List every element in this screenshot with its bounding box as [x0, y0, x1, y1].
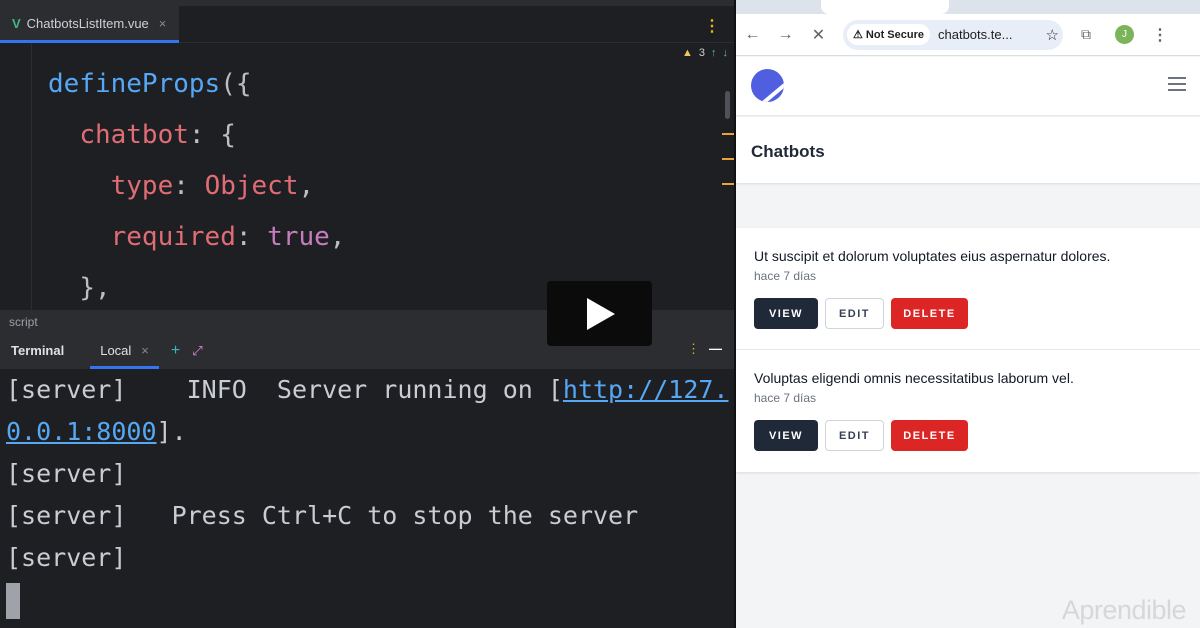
forward-icon[interactable]: →: [769, 26, 802, 44]
browser-tab[interactable]: [821, 0, 949, 14]
more-options-icon[interactable]: ⋮: [704, 16, 720, 36]
profile-avatar[interactable]: J: [1115, 25, 1134, 44]
address-bar[interactable]: ⚠ Not Secure chatbots.te... ☆: [843, 19, 1063, 50]
hamburger-menu-icon[interactable]: [1168, 77, 1186, 91]
editor-scrollbar[interactable]: [725, 91, 730, 119]
page-title: Chatbots: [751, 142, 825, 161]
editor-tab-bar: V ChatbotsListItem.vue × ⋮: [0, 6, 736, 43]
gutter: [0, 43, 32, 310]
not-secure-badge[interactable]: ⚠ Not Secure: [847, 24, 930, 45]
browser-toolbar: ← → ✕ ⚠ Not Secure chatbots.te... ☆ ⧉ J …: [736, 14, 1200, 56]
code-line: defineProps({: [48, 69, 252, 99]
terminal-title: Terminal: [11, 343, 65, 358]
back-icon[interactable]: ←: [736, 26, 769, 44]
code-line: type: Object,: [110, 171, 315, 201]
chatbot-date: hace 7 días: [754, 269, 817, 283]
inspection-widget[interactable]: ▲ 3 ↑ ↓: [682, 47, 728, 59]
edit-button[interactable]: EDIT: [825, 420, 884, 451]
terminal-tab-local[interactable]: Local ×: [90, 332, 159, 369]
chatbot-list: Ut suscipit et dolorum voluptates eius a…: [736, 228, 1200, 472]
terminal-line: [server]: [6, 543, 127, 572]
terminal-line: [server] INFO Server running on [: [6, 375, 563, 404]
arrow-down-icon[interactable]: ↓: [723, 47, 729, 59]
terminal-line: [server]: [6, 459, 127, 488]
chatbot-title: Ut suscipit et dolorum voluptates eius a…: [754, 248, 1111, 264]
vue-file-icon: V: [12, 15, 21, 31]
editor-tab[interactable]: V ChatbotsListItem.vue ×: [0, 6, 179, 43]
video-play-button[interactable]: [547, 281, 652, 346]
delete-button[interactable]: DELETE: [891, 420, 968, 451]
terminal-line: ].: [156, 417, 187, 446]
warning-icon: ▲: [681, 47, 693, 59]
list-item: Ut suscipit et dolorum voluptates eius a…: [736, 228, 1200, 350]
site-header: [736, 57, 1200, 116]
chatbot-title: Voluptas eligendi omnis necessitatibus l…: [754, 370, 1074, 386]
delete-button[interactable]: DELETE: [891, 298, 968, 329]
code-line: chatbot: {: [79, 120, 236, 150]
options-icon[interactable]: ⋮: [687, 341, 700, 357]
view-button[interactable]: VIEW: [754, 420, 818, 451]
edit-button[interactable]: EDIT: [825, 298, 884, 329]
stop-icon[interactable]: ✕: [802, 25, 835, 45]
expand-icon[interactable]: ⤢: [192, 343, 202, 359]
editor-tab-label: ChatbotsListItem.vue: [26, 15, 149, 31]
code-content: defineProps({ chatbot: { type: Object, r…: [48, 59, 345, 310]
browser-window: ← → ✕ ⚠ Not Secure chatbots.te... ☆ ⧉ J …: [736, 0, 1200, 628]
arrow-up-icon[interactable]: ↑: [711, 47, 717, 59]
warning-count: 3: [698, 47, 705, 59]
watermark: Aprendible: [1061, 595, 1187, 625]
list-item: Voluptas eligendi omnis necessitatibus l…: [736, 350, 1200, 472]
minimize-icon[interactable]: —: [709, 341, 722, 356]
close-icon[interactable]: ×: [141, 343, 149, 358]
code-line: },: [79, 273, 111, 303]
code-editor[interactable]: ▲ 3 ↑ ↓ defineProps({ chatbot: { type: Obj…: [0, 43, 736, 310]
terminal-output[interactable]: [server] INFO Server running on [http://…: [0, 369, 736, 628]
close-tab-icon[interactable]: ×: [159, 16, 167, 31]
terminal-line: [server] Press Ctrl+C to stop the server: [6, 501, 639, 530]
code-line: required: true,: [110, 222, 346, 252]
terminal-cursor: [6, 583, 20, 619]
page-title-bar: Chatbots: [736, 117, 1200, 183]
view-button[interactable]: VIEW: [754, 298, 818, 329]
add-terminal-icon[interactable]: +: [171, 342, 180, 360]
chatbot-date: hace 7 días: [754, 391, 817, 405]
browser-menu-icon[interactable]: ⋮: [1152, 25, 1168, 45]
terminal-tab-label: Local: [100, 343, 132, 358]
site-logo[interactable]: [751, 69, 784, 102]
browser-tab-strip: [736, 0, 1200, 14]
url-text[interactable]: chatbots.te...: [938, 27, 1046, 42]
bookmark-star-icon[interactable]: ☆: [1046, 26, 1059, 44]
extensions-icon[interactable]: ⧉: [1081, 26, 1091, 43]
